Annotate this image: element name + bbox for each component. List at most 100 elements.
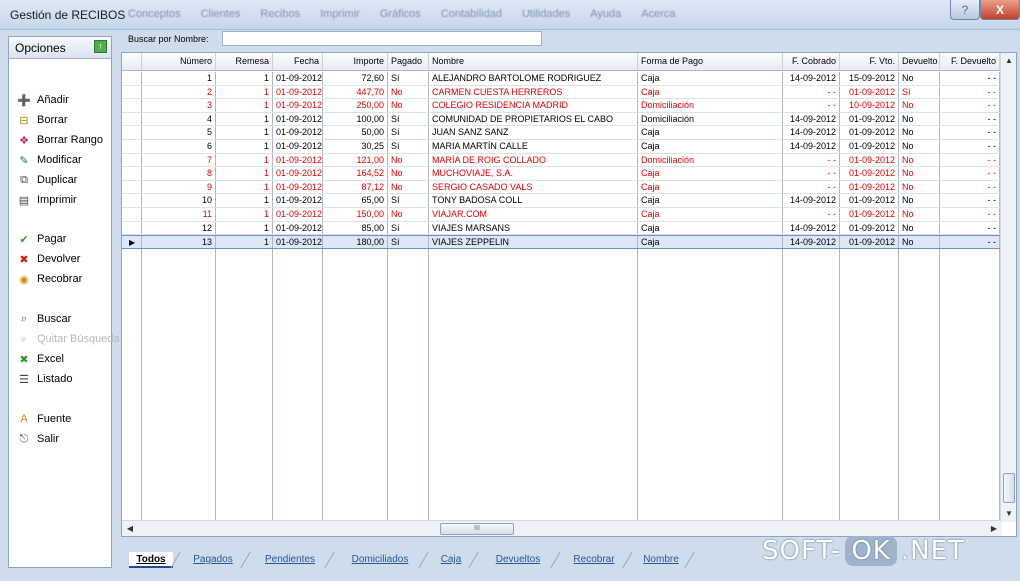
menu-item[interactable]: Contabilidad <box>441 8 502 20</box>
cell-pagado[interactable]: Sí <box>388 221 429 235</box>
cell-importe[interactable]: 65,00 <box>323 194 388 207</box>
cell-numero[interactable]: 7 <box>142 153 216 167</box>
cell-vto[interactable]: 01-09-2012 <box>840 236 899 248</box>
tab-devueltos[interactable]: Devueltos <box>483 552 553 568</box>
cell-fdevuelto[interactable]: - - <box>940 99 1000 112</box>
sidebar-item-fuente[interactable]: A Fuente <box>17 410 71 428</box>
cell-cobrado[interactable]: - - <box>783 208 840 221</box>
cell-pagado[interactable]: No <box>388 167 429 180</box>
cell-vto[interactable]: 01-09-2012 <box>840 126 899 139</box>
cell-numero[interactable]: 9 <box>142 180 216 194</box>
cell-importe[interactable]: 121,00 <box>323 153 388 167</box>
cell-nombre[interactable]: JUAN SANZ SANZ <box>429 126 638 139</box>
column-header[interactable]: Remesa <box>216 53 273 70</box>
cell-fecha[interactable]: 01-09-2012 <box>273 167 323 180</box>
cell-numero[interactable]: 4 <box>142 112 216 126</box>
table-row[interactable]: 11 1 01-09-2012 150,00 No VIAJAR.COM Caja - -01… <box>122 208 1002 222</box>
sidebar-item-devolver[interactable]: ✖ Devolver <box>17 250 80 268</box>
cell-cobrado[interactable]: - - <box>783 180 840 194</box>
cell-forma[interactable]: Caja <box>638 180 783 194</box>
cell-vto[interactable]: 15-09-2012 <box>840 72 899 85</box>
cell-importe[interactable]: 50,00 <box>323 126 388 139</box>
cell-fecha[interactable]: 01-09-2012 <box>273 99 323 112</box>
cell-fecha[interactable]: 01-09-2012 <box>273 221 323 235</box>
menu-item[interactable]: Imprimir <box>320 8 360 20</box>
cell-fdevuelto[interactable]: - - <box>940 221 1000 235</box>
table-row[interactable]: 7 1 01-09-2012 121,00 No MARÍA DE ROIG COLLAD… <box>122 153 1002 168</box>
cell-cobrado[interactable]: 14-09-2012 <box>783 140 840 153</box>
scroll-left-icon[interactable]: ◀ <box>122 521 138 536</box>
table-row[interactable]: 12 1 01-09-2012 85,00 Sí VIAJES MARSANS Caja 14… <box>122 221 1002 236</box>
cell-vto[interactable]: 01-09-2012 <box>840 112 899 126</box>
cell-cobrado[interactable]: 14-09-2012 <box>783 221 840 235</box>
cell-nombre[interactable]: VIAJES ZEPPELIN <box>429 236 638 248</box>
cell-importe[interactable]: 250,00 <box>323 99 388 112</box>
cell-remesa[interactable]: 1 <box>216 112 273 126</box>
menu-item[interactable]: Acerca <box>641 8 675 20</box>
cell-importe[interactable]: 100,00 <box>323 112 388 126</box>
cell-vto[interactable]: 01-09-2012 <box>840 85 899 99</box>
cell-importe[interactable]: 85,00 <box>323 221 388 235</box>
table-row[interactable]: ▶ 13 1 01-09-2012 180,00 Sí VIAJES ZEPPELIN Caj… <box>122 235 1002 249</box>
cell-importe[interactable]: 447,70 <box>323 85 388 99</box>
cell-numero[interactable]: 3 <box>142 99 216 112</box>
cell-nombre[interactable]: CARMEN CUESTA HERREROS <box>429 85 638 99</box>
table-row[interactable]: 10 1 01-09-2012 65,00 Sí TONY BADOSA COLL Caja… <box>122 194 1002 208</box>
sidebar-item-recobrar[interactable]: ◉ Recobrar <box>17 270 82 288</box>
cell-fdevuelto[interactable]: - - <box>940 167 1000 180</box>
cell-devuelto[interactable]: No <box>899 236 940 248</box>
sidebar-item-imprimir[interactable]: ▤ Imprimir <box>17 191 77 209</box>
table-row[interactable]: 2 1 01-09-2012 447,70 No CARMEN CUESTA HERRER… <box>122 85 1002 100</box>
cell-numero[interactable]: 8 <box>142 167 216 180</box>
cell-nombre[interactable]: MARIA MARTÍN CALLE <box>429 140 638 153</box>
sidebar-item-excel[interactable]: ✖ Excel <box>17 350 64 368</box>
cell-devuelto[interactable]: Sí <box>899 85 940 99</box>
cell-pagado[interactable]: No <box>388 99 429 112</box>
search-input[interactable] <box>222 31 542 46</box>
cell-devuelto[interactable]: No <box>899 153 940 167</box>
tab-recobrar[interactable]: Recobrar <box>563 552 625 568</box>
cell-vto[interactable]: 01-09-2012 <box>840 153 899 167</box>
cell-cobrado[interactable]: 14-09-2012 <box>783 126 840 139</box>
cell-forma[interactable]: Caja <box>638 221 783 235</box>
cell-devuelto[interactable]: No <box>899 112 940 126</box>
sidebar-item-modificar[interactable]: ✎ Modificar <box>17 151 81 169</box>
sidebar-item-duplicar[interactable]: ⧉ Duplicar <box>17 171 77 189</box>
cell-cobrado[interactable]: 14-09-2012 <box>783 236 840 248</box>
column-header[interactable]: Importe <box>323 53 388 70</box>
table-row[interactable]: 5 1 01-09-2012 50,00 Sí JUAN SANZ SANZ Caja 14-… <box>122 126 1002 140</box>
cell-fecha[interactable]: 01-09-2012 <box>273 236 323 248</box>
cell-pagado[interactable]: Sí <box>388 126 429 139</box>
cell-remesa[interactable]: 1 <box>216 72 273 85</box>
close-button[interactable]: X <box>980 0 1020 20</box>
cell-nombre[interactable]: MUCHOVIAJE, S.A. <box>429 167 638 180</box>
cell-nombre[interactable]: SERGIO CASADO VALS <box>429 180 638 194</box>
cell-devuelto[interactable]: No <box>899 140 940 153</box>
cell-importe[interactable]: 30,25 <box>323 140 388 153</box>
cell-pagado[interactable]: Sí <box>388 140 429 153</box>
cell-forma[interactable]: Caja <box>638 72 783 85</box>
tab-todos[interactable]: Todos <box>129 552 173 568</box>
cell-fdevuelto[interactable]: - - <box>940 208 1000 221</box>
cell-pagado[interactable]: No <box>388 180 429 194</box>
cell-fecha[interactable]: 01-09-2012 <box>273 126 323 139</box>
cell-numero[interactable]: 6 <box>142 140 216 153</box>
cell-pagado[interactable]: Sí <box>388 194 429 207</box>
cell-fdevuelto[interactable]: - - <box>940 194 1000 207</box>
cell-numero[interactable]: 1 <box>142 72 216 85</box>
cell-forma[interactable]: Caja <box>638 126 783 139</box>
tab-pendientes[interactable]: Pendientes <box>253 552 327 568</box>
cell-vto[interactable]: 10-09-2012 <box>840 99 899 112</box>
table-row[interactable]: 8 1 01-09-2012 164,52 No MUCHOVIAJE, S.A. Caja… <box>122 167 1002 181</box>
cell-vto[interactable]: 01-09-2012 <box>840 140 899 153</box>
cell-remesa[interactable]: 1 <box>216 153 273 167</box>
cell-numero[interactable]: 11 <box>142 208 216 221</box>
cell-remesa[interactable]: 1 <box>216 167 273 180</box>
cell-remesa[interactable]: 1 <box>216 85 273 99</box>
cell-devuelto[interactable]: No <box>899 208 940 221</box>
cell-forma[interactable]: Caja <box>638 140 783 153</box>
cell-fdevuelto[interactable]: - - <box>940 126 1000 139</box>
pin-icon[interactable]: ↑ <box>94 40 107 53</box>
column-header[interactable]: F. Devuelto <box>940 53 1000 70</box>
scroll-right-icon[interactable]: ▶ <box>986 521 1002 536</box>
